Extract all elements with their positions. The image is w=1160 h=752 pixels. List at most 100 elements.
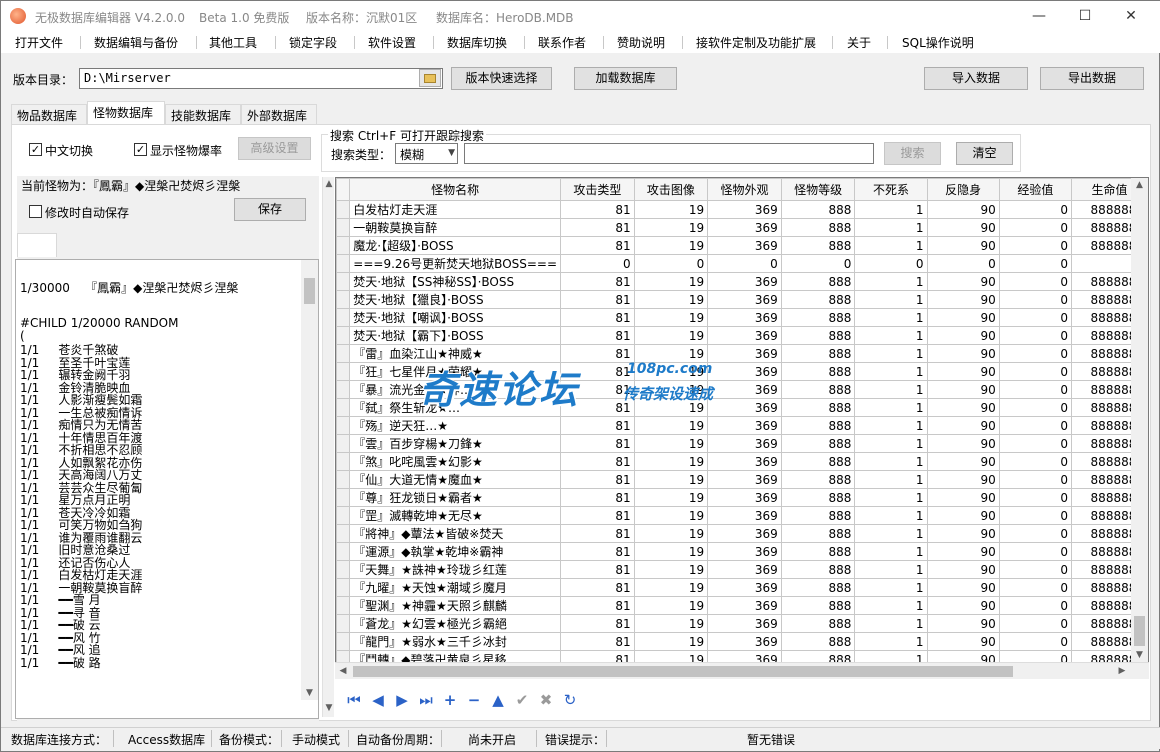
- table-cell[interactable]: 19: [633, 290, 709, 309]
- table-cell[interactable]: 90: [926, 542, 1000, 561]
- autosave-checkbox[interactable]: [29, 205, 42, 218]
- table-cell[interactable]: 19: [633, 434, 709, 453]
- version-dir-input[interactable]: D:\Mirserver: [79, 68, 443, 89]
- table-row[interactable]: 『九曜』★天蚀★潮域彡魔月 81 19 369 888 1 90 0 8888888: [336, 578, 1148, 597]
- scroll-down-icon[interactable]: ▼: [1131, 650, 1148, 660]
- table-cell[interactable]: 焚天·地狱【霸下】·BOSS: [349, 326, 562, 345]
- table-row[interactable]: ===9.26号更新焚天地狱BOSS===00000000: [336, 254, 1148, 273]
- row-indicator[interactable]: [336, 290, 351, 309]
- column-header[interactable]: 怪物名称: [349, 178, 562, 201]
- table-cell[interactable]: 白发枯灯走天涯: [349, 200, 562, 219]
- table-row[interactable]: 『煞』叱咤風雲★幻影★ 81 19 369 888 1 90 0 8888888: [336, 452, 1148, 471]
- export-data-button[interactable]: 导出数据: [1040, 67, 1144, 90]
- table-cell[interactable]: 81: [560, 560, 635, 579]
- column-header[interactable]: 经验值: [998, 178, 1072, 201]
- drop-list-textarea[interactable]: 1/30000 『鳳霸』◆涅槃卍焚烬彡涅槃 #CHILD 1/20000 RAND…: [15, 259, 319, 719]
- table-cell[interactable]: 19: [633, 596, 709, 615]
- cancel-record-icon[interactable]: ✖: [537, 691, 555, 709]
- table-cell[interactable]: 888: [780, 218, 856, 237]
- search-input[interactable]: [464, 143, 874, 164]
- table-cell[interactable]: 0: [998, 200, 1072, 219]
- menu-lock-fields[interactable]: 锁定字段: [289, 34, 337, 51]
- table-cell[interactable]: 0: [998, 236, 1072, 255]
- table-cell[interactable]: 19: [633, 308, 709, 327]
- table-cell[interactable]: 90: [926, 506, 1000, 525]
- table-cell[interactable]: 『尊』狂龙锁日★霸者★: [349, 488, 562, 507]
- table-cell[interactable]: 『罡』滅轉乾坤★无尽★: [349, 506, 562, 525]
- row-indicator[interactable]: [336, 614, 351, 633]
- table-cell[interactable]: 19: [633, 416, 709, 435]
- table-cell[interactable]: 1: [854, 326, 928, 345]
- table-cell[interactable]: 81: [560, 452, 635, 471]
- chinese-toggle-checkbox[interactable]: ✓: [29, 143, 42, 156]
- table-cell[interactable]: 0: [998, 614, 1072, 633]
- table-cell[interactable]: 1: [854, 614, 928, 633]
- table-cell[interactable]: 0: [998, 380, 1072, 399]
- table-cell[interactable]: 888: [780, 542, 856, 561]
- table-row[interactable]: 『運源』◆執掌★乾坤※霸神 81 19 369 888 1 90 0 8888888: [336, 542, 1148, 561]
- table-cell[interactable]: 369: [707, 236, 782, 255]
- table-cell[interactable]: 888: [780, 578, 856, 597]
- column-header[interactable]: 攻击类型: [560, 178, 635, 201]
- row-indicator[interactable]: [336, 596, 351, 615]
- table-cell[interactable]: 1: [854, 632, 928, 651]
- table-cell[interactable]: 1: [854, 218, 928, 237]
- table-cell[interactable]: 1: [854, 452, 928, 471]
- table-cell[interactable]: 0: [998, 524, 1072, 543]
- table-cell[interactable]: 81: [560, 236, 635, 255]
- table-cell[interactable]: 『殇』逆天狂…★: [349, 416, 562, 435]
- maximize-button[interactable]: ☐: [1062, 1, 1108, 31]
- table-cell[interactable]: 369: [707, 416, 782, 435]
- table-cell[interactable]: 888: [780, 344, 856, 363]
- table-cell[interactable]: 19: [633, 614, 709, 633]
- table-cell[interactable]: 0: [998, 362, 1072, 381]
- table-cell[interactable]: 90: [926, 344, 1000, 363]
- scroll-down-icon[interactable]: ▼: [323, 703, 335, 713]
- table-cell[interactable]: 19: [633, 218, 709, 237]
- drop-list-scrollbar[interactable]: ▼: [301, 260, 318, 700]
- table-cell[interactable]: 81: [560, 632, 635, 651]
- table-cell[interactable]: 0: [998, 596, 1072, 615]
- table-cell[interactable]: 81: [560, 326, 635, 345]
- table-cell[interactable]: 369: [707, 200, 782, 219]
- table-cell[interactable]: ===9.26号更新焚天地狱BOSS===: [349, 254, 562, 273]
- table-cell[interactable]: 369: [707, 308, 782, 327]
- search-button[interactable]: 搜索: [884, 142, 941, 165]
- table-row[interactable]: 『雲』百步穿楊★刀鋒★ 81 19 369 888 1 90 0 8888888: [336, 434, 1148, 453]
- table-cell[interactable]: 888: [780, 290, 856, 309]
- table-cell[interactable]: 0: [854, 254, 928, 273]
- row-indicator[interactable]: [336, 398, 351, 417]
- table-cell[interactable]: 81: [560, 218, 635, 237]
- clear-search-button[interactable]: 清空: [956, 142, 1013, 165]
- grid-vertical-scrollbar[interactable]: ▲ ▼: [1131, 178, 1148, 662]
- delete-record-icon[interactable]: −: [465, 691, 483, 709]
- menu-db-switch[interactable]: 数据库切换: [447, 34, 507, 51]
- table-cell[interactable]: 888: [780, 560, 856, 579]
- table-cell[interactable]: 0: [560, 254, 635, 273]
- table-cell[interactable]: 0: [998, 344, 1072, 363]
- table-cell[interactable]: 1: [854, 308, 928, 327]
- table-cell[interactable]: 81: [560, 506, 635, 525]
- table-cell[interactable]: 1: [854, 416, 928, 435]
- refresh-record-icon[interactable]: ↻: [561, 691, 579, 709]
- table-cell[interactable]: 0: [998, 416, 1072, 435]
- table-cell[interactable]: 90: [926, 488, 1000, 507]
- menu-about[interactable]: 关于: [847, 34, 871, 51]
- save-button[interactable]: 保存: [234, 198, 306, 221]
- scroll-right-icon[interactable]: ▶: [1117, 666, 1127, 676]
- table-cell[interactable]: 369: [707, 218, 782, 237]
- row-indicator[interactable]: [336, 578, 351, 597]
- table-cell[interactable]: 0: [998, 632, 1072, 651]
- table-cell[interactable]: 0: [633, 254, 709, 273]
- table-cell[interactable]: 『仙』大道无情★魔血★: [349, 470, 562, 489]
- table-cell[interactable]: 90: [926, 218, 1000, 237]
- table-cell[interactable]: 90: [926, 416, 1000, 435]
- table-row[interactable]: 焚天·地狱【嘲讽】·BOSS 81 19 369 888 1 90 0 8888888: [336, 308, 1148, 327]
- table-cell[interactable]: 魔龙·【超级】·BOSS: [349, 236, 562, 255]
- table-cell[interactable]: 90: [926, 596, 1000, 615]
- table-row[interactable]: 焚天·地狱【SS神秘SS】·BOSS 81 19 369 888 1 90 0 8888888: [336, 272, 1148, 291]
- table-cell[interactable]: 369: [707, 632, 782, 651]
- drop-list-scroll-thumb[interactable]: [304, 278, 315, 304]
- table-cell[interactable]: 888: [780, 416, 856, 435]
- table-cell[interactable]: 1: [854, 542, 928, 561]
